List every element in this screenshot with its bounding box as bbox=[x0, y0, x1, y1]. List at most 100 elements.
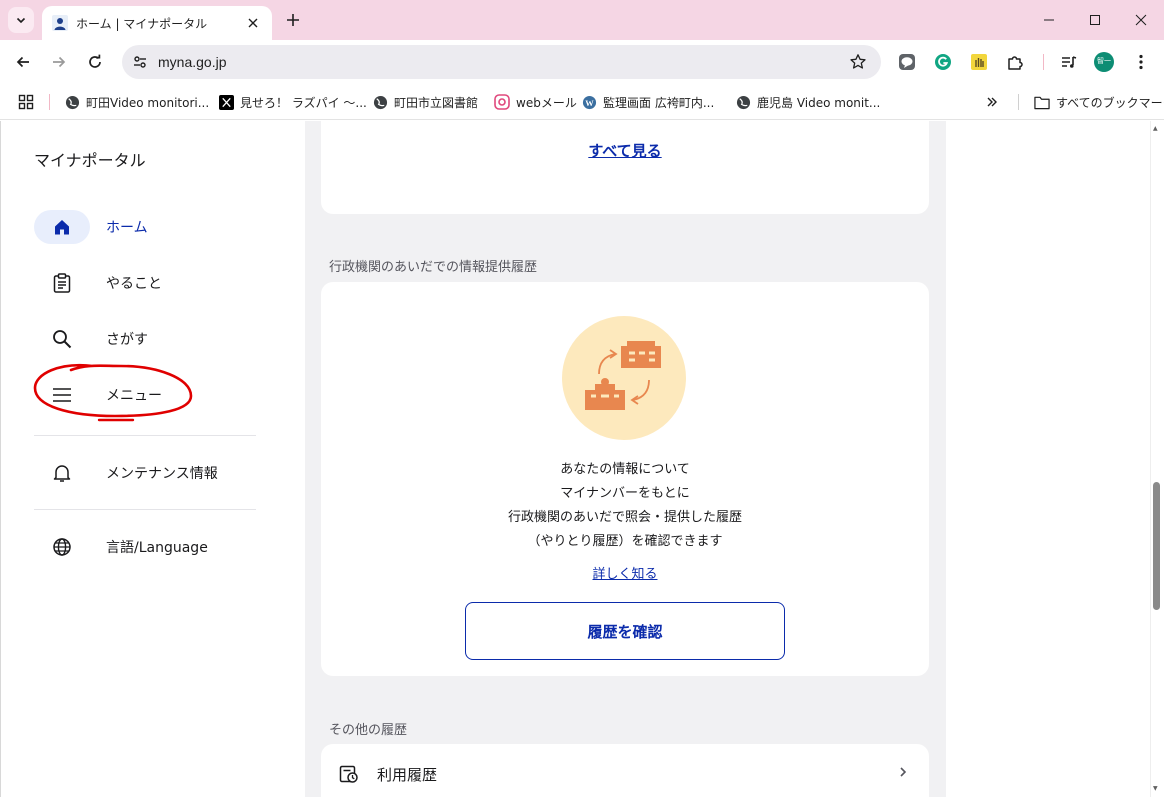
menu-icon bbox=[34, 378, 90, 412]
new-tab-button[interactable] bbox=[282, 9, 304, 31]
bookmark-item[interactable]: webメール bbox=[494, 92, 577, 112]
bookmarks-bar: 町田Video monitori... 見せろ！ ラズパイ 〜... 町田市立図… bbox=[0, 84, 1164, 120]
star-icon[interactable] bbox=[849, 53, 867, 71]
usage-history-icon bbox=[339, 764, 359, 784]
sidebar-item-search[interactable]: さがす bbox=[34, 322, 256, 356]
url-text[interactable]: myna.go.jp bbox=[158, 54, 226, 70]
bookmark-label: 監理画面 広袴町内... bbox=[603, 95, 715, 110]
info-history-card: あなたの情報について マイナンバーをもとに 行政機関のあいだで照会・提供した履歴… bbox=[321, 282, 929, 676]
window-close-button[interactable] bbox=[1118, 0, 1164, 40]
globe-icon bbox=[34, 530, 90, 564]
check-history-button[interactable]: 履歴を確認 bbox=[465, 602, 785, 660]
bookmark-label: 鹿児島 Video monit... bbox=[757, 95, 881, 110]
news-card: すべて見る bbox=[321, 121, 929, 214]
bookmark-item[interactable]: 町田市立図書館 bbox=[372, 92, 478, 112]
sidebar-item-language[interactable]: 言語/Language bbox=[34, 530, 256, 564]
description-line: 行政機関のあいだで照会・提供した履歴 bbox=[507, 510, 742, 525]
arrow-right-icon bbox=[53, 56, 66, 68]
reload-icon bbox=[89, 54, 101, 68]
clipboard-icon bbox=[34, 266, 90, 300]
all-bookmarks-label: すべてのブックマーク bbox=[1056, 95, 1164, 110]
minimize-button[interactable] bbox=[1026, 0, 1072, 40]
search-icon bbox=[34, 322, 90, 356]
sidebar-item-label: メンテナンス情報 bbox=[106, 466, 218, 482]
bell-icon bbox=[34, 456, 90, 490]
site-settings-icon[interactable] bbox=[128, 50, 152, 74]
sidebar-item-maintenance[interactable]: メンテナンス情報 bbox=[34, 456, 256, 490]
bookmark-item[interactable]: W 監理画面 広袴町内... bbox=[581, 92, 714, 112]
browser-menu-button[interactable] bbox=[1130, 51, 1152, 73]
usage-history-item[interactable]: 利用履歴 bbox=[321, 744, 929, 797]
svg-text:W: W bbox=[585, 97, 594, 107]
description-line: （やりとり履歴）を確認できます bbox=[527, 534, 723, 549]
sidebar-item-menu[interactable]: メニュー bbox=[34, 378, 256, 412]
double-chevron-right-icon bbox=[987, 97, 997, 107]
brand-title: マイナポータル bbox=[34, 151, 146, 170]
line-extension-icon[interactable] bbox=[896, 51, 918, 73]
maximize-button[interactable] bbox=[1072, 0, 1118, 40]
exchange-illustration bbox=[562, 316, 686, 440]
bookmark-item[interactable]: 見せろ！ ラズパイ 〜... bbox=[218, 92, 367, 112]
profile-avatar[interactable]: 智一 bbox=[1093, 51, 1115, 73]
all-bookmarks-button[interactable]: すべてのブックマーク bbox=[1034, 92, 1164, 112]
more-bookmarks-button[interactable] bbox=[986, 92, 998, 112]
chevron-down-icon bbox=[16, 17, 26, 24]
minimize-icon bbox=[1044, 19, 1054, 21]
globe-icon bbox=[64, 94, 80, 110]
chevron-right-icon bbox=[899, 766, 929, 782]
tab-strip: ホーム | マイナポータル bbox=[0, 0, 1164, 40]
tab-search-button[interactable] bbox=[8, 7, 34, 33]
bookmark-label: 町田Video monitori... bbox=[86, 95, 210, 110]
plus-icon bbox=[287, 14, 299, 26]
scroll-up-arrow-icon[interactable]: ▲ bbox=[1153, 125, 1158, 132]
bookmark-item[interactable]: 町田Video monitori... bbox=[64, 92, 209, 112]
sidebar-item-label: メニュー bbox=[106, 388, 162, 404]
sidebar-item-label: さがす bbox=[106, 332, 148, 348]
learn-more-link[interactable]: 詳しく知る bbox=[321, 563, 929, 582]
close-icon bbox=[1135, 14, 1147, 26]
apps-button[interactable] bbox=[18, 92, 34, 112]
media-control-icon[interactable] bbox=[1058, 51, 1080, 73]
other-history-card: 利用履歴 bbox=[321, 744, 929, 797]
scrollbar-thumb[interactable] bbox=[1153, 482, 1160, 610]
close-icon[interactable] bbox=[244, 14, 262, 32]
history-section-heading: 行政機関のあいだでの情報提供履歴 bbox=[329, 260, 538, 275]
browser-toolbar: myna.go.jp 智一 bbox=[0, 40, 1164, 84]
other-history-heading: その他の履歴 bbox=[329, 723, 408, 738]
more-vert-icon bbox=[1139, 54, 1143, 70]
bookmark-label: 見せろ！ ラズパイ 〜... bbox=[240, 95, 367, 110]
scroll-down-arrow-icon[interactable]: ▼ bbox=[1153, 785, 1158, 792]
address-bar[interactable]: myna.go.jp bbox=[122, 45, 881, 79]
see-all-link[interactable]: すべて見る bbox=[321, 140, 929, 161]
bookmark-item[interactable]: 鹿児島 Video monit... bbox=[735, 92, 880, 112]
forward-button[interactable] bbox=[46, 49, 72, 75]
reload-button[interactable] bbox=[82, 49, 108, 75]
sidebar-divider bbox=[34, 509, 256, 510]
sidebar-item-todo[interactable]: やること bbox=[34, 266, 256, 300]
grammarly-extension-icon[interactable] bbox=[932, 51, 954, 73]
description-line: マイナンバーをもとに bbox=[560, 486, 690, 501]
sidebar-item-label: やること bbox=[106, 276, 162, 292]
sidebar-item-home[interactable]: ホーム bbox=[34, 210, 256, 244]
sidebar-item-label: ホーム bbox=[106, 220, 148, 236]
usage-history-label: 利用履歴 bbox=[377, 765, 438, 784]
page-viewport: マイナポータル ホーム やること さがす メニュー メンテナンス情報 言語/La… bbox=[0, 121, 1164, 797]
wordpress-icon: W bbox=[581, 94, 597, 110]
puzzle-extensions-icon[interactable] bbox=[1004, 51, 1026, 73]
page-scrollbar[interactable] bbox=[1150, 121, 1164, 797]
mail-icon bbox=[494, 94, 510, 110]
apps-grid-icon bbox=[18, 94, 34, 110]
browser-tab[interactable]: ホーム | マイナポータル bbox=[42, 6, 272, 40]
home-icon bbox=[34, 210, 90, 244]
tab-title: ホーム | マイナポータル bbox=[76, 16, 208, 31]
bookmarks-divider bbox=[1018, 94, 1019, 110]
folder-icon bbox=[1034, 94, 1050, 110]
bookmark-label: 町田市立図書館 bbox=[394, 95, 479, 110]
globe-icon bbox=[735, 94, 751, 110]
hand-extension-icon[interactable] bbox=[968, 51, 990, 73]
sidebar-item-label: 言語/Language bbox=[106, 540, 208, 556]
maximize-icon bbox=[1090, 15, 1100, 25]
x-icon bbox=[218, 94, 234, 110]
profile-initial: 智一 bbox=[1097, 57, 1111, 65]
back-button[interactable] bbox=[10, 49, 36, 75]
